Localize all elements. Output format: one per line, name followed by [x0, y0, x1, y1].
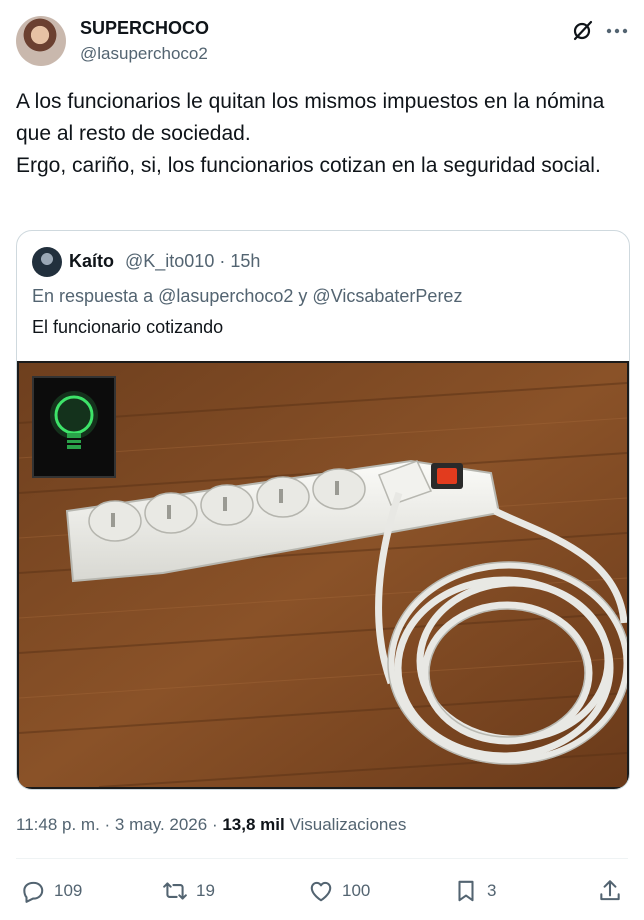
quote-author-meta: @K_ito010 · 15h [125, 251, 260, 272]
like-count: 100 [342, 881, 371, 900]
grok-icon[interactable] [570, 19, 594, 43]
views-count: 13,8 mil [222, 815, 285, 834]
author-avatar[interactable] [16, 16, 66, 66]
bookmark-icon [458, 880, 474, 902]
retweet-count: 19 [196, 881, 215, 900]
quote-author-avatar [32, 247, 62, 277]
author-display-name[interactable]: SUPERCHOCO [80, 18, 209, 39]
bookmark-button[interactable]: 3 [453, 876, 496, 906]
reply-icon [23, 881, 44, 903]
share-button[interactable] [597, 876, 623, 906]
meta-separator: · [211, 815, 223, 834]
divider [16, 858, 628, 859]
tweet-meta: 11:48 p. m. · 3 may. 2026 · 13,8 mil Vis… [16, 815, 406, 835]
tweet-text: A los funcionarios le quitan los mismos … [16, 90, 605, 177]
retweet-icon [163, 882, 187, 900]
more-icon[interactable] [604, 19, 630, 43]
quote-media[interactable] [17, 361, 629, 789]
power-strip-image [19, 363, 627, 787]
share-icon [600, 880, 620, 901]
retweet-button[interactable]: 19 [162, 876, 215, 906]
author-handle[interactable]: @lasuperchoco2 [80, 44, 208, 64]
quote-text: El funcionario cotizando [32, 317, 224, 337]
tweet-time[interactable]: 11:48 p. m. [16, 815, 100, 834]
views-label: Visualizaciones [289, 815, 407, 834]
reply-button[interactable]: 109 [20, 876, 82, 906]
reply-count: 109 [54, 881, 83, 900]
meta-separator: · [104, 815, 115, 834]
quote-author-name: Kaíto [69, 251, 114, 271]
quote-age: 15h [230, 251, 261, 271]
quote-separator: · [219, 251, 231, 271]
like-button[interactable]: 100 [308, 876, 370, 906]
tweet-date[interactable]: 3 may. 2026 [115, 815, 207, 834]
quote-author-handle: @K_ito010 [125, 251, 215, 271]
like-icon [310, 881, 332, 902]
quote-reply-context: En respuesta a @lasuperchoco2 y @Vicsaba… [32, 286, 463, 306]
bookmark-count: 3 [487, 881, 497, 900]
quoted-tweet-card[interactable]: Kaíto @K_ito010 · 15h En respuesta a @la… [16, 230, 630, 790]
